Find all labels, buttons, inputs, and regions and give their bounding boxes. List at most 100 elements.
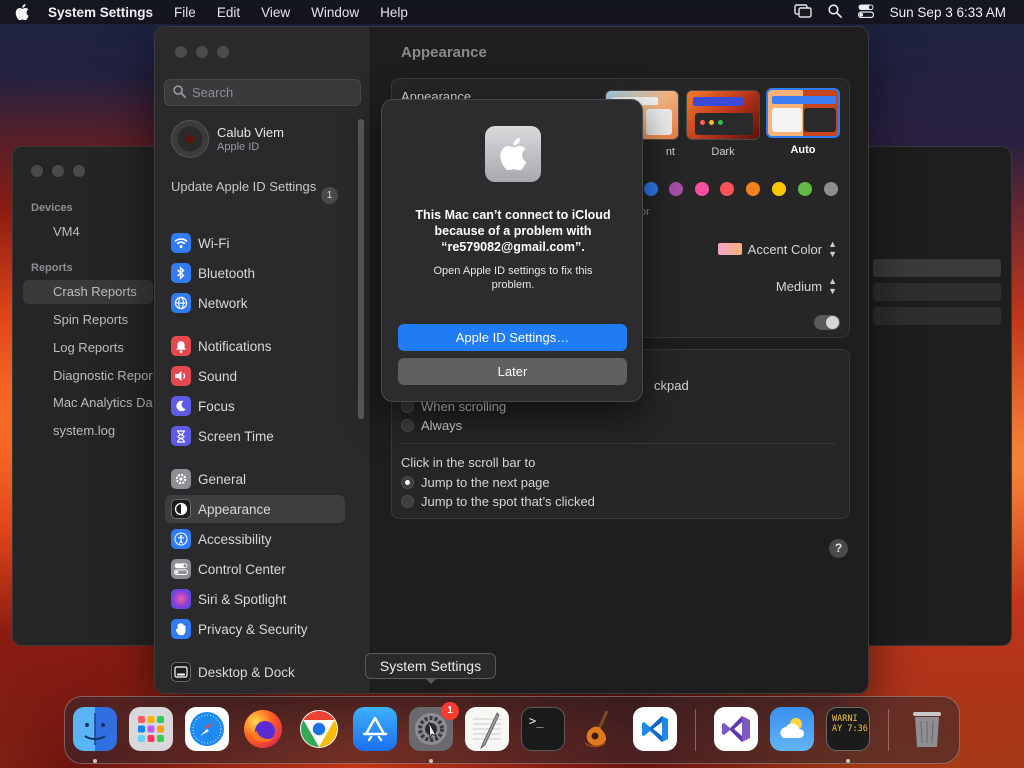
minimize-button[interactable] xyxy=(196,46,208,58)
apple-id-settings-button[interactable]: Apple ID Settings… xyxy=(398,324,627,351)
later-button[interactable]: Later xyxy=(398,358,627,385)
device-item[interactable]: VM4 xyxy=(23,220,153,244)
log-row[interactable] xyxy=(873,307,1001,325)
sidebar-icon-size-value: Medium xyxy=(775,278,823,294)
sidebar-item-screen-time[interactable]: Screen Time xyxy=(165,422,345,450)
console-report-item[interactable]: Mac Analytics Data xyxy=(23,391,153,415)
safari-icon[interactable] xyxy=(185,707,229,751)
screen-mirroring-icon[interactable] xyxy=(793,3,812,21)
dock: 1 >_ WARNI AY 7:36 xyxy=(64,696,960,764)
settings-sidebar: Search Calub Viem Apple ID Update Apple … xyxy=(155,27,371,693)
garageband-icon[interactable] xyxy=(577,707,621,751)
console-report-item[interactable]: Diagnostic Reports xyxy=(23,364,153,388)
search-field[interactable]: Search xyxy=(164,79,361,106)
console-log-rows xyxy=(873,259,1001,331)
menu-bar: System Settings File Edit View Window He… xyxy=(0,0,1024,24)
sidebar-item-control-center[interactable]: Control Center xyxy=(165,555,345,583)
accessibility-icon xyxy=(171,529,191,549)
chrome-icon[interactable] xyxy=(297,707,341,751)
finder-icon[interactable] xyxy=(73,707,117,751)
sidebar-icon-size-popup[interactable]: Medium ▲ ▼ xyxy=(776,276,837,296)
click-option-next-page[interactable]: Jump to the next page xyxy=(401,475,550,490)
highlight-color-value: Accent Color xyxy=(747,241,823,257)
zoom-button[interactable] xyxy=(217,46,229,58)
sidebar-item-appearance[interactable]: Appearance xyxy=(165,495,345,523)
trash-icon[interactable] xyxy=(905,707,949,751)
gear-icon xyxy=(171,469,191,489)
theme-dark-option[interactable]: Dark xyxy=(686,90,760,158)
close-button[interactable] xyxy=(31,165,43,177)
help-button[interactable]: ? xyxy=(829,539,848,558)
sidebar-item-desktop-dock[interactable]: Desktop & Dock xyxy=(165,658,345,686)
appearance-icon xyxy=(171,499,191,519)
sidebar-item-focus[interactable]: Focus xyxy=(165,392,345,420)
accent-yellow-swatch[interactable] xyxy=(772,182,786,196)
accent-pink-swatch[interactable] xyxy=(695,182,709,196)
visual-studio-icon[interactable] xyxy=(714,707,758,751)
firefox-icon[interactable] xyxy=(241,707,285,751)
radio-label: Jump to the next page xyxy=(421,475,550,490)
minimize-button[interactable] xyxy=(52,165,64,177)
sidebar-item-label: Privacy & Security xyxy=(198,621,308,637)
wallpaper-tinting-toggle[interactable] xyxy=(814,315,840,330)
sidebar-item-network[interactable]: Network xyxy=(165,289,345,317)
console-report-item[interactable]: Crash Reports xyxy=(23,280,153,304)
window-menu[interactable]: Window xyxy=(311,5,359,20)
terminal-icon[interactable]: >_ xyxy=(521,707,565,751)
apple-logo-icon xyxy=(485,126,541,182)
log-row[interactable] xyxy=(873,259,1001,277)
notification-badge: 1 xyxy=(441,702,459,720)
console-icon[interactable]: WARNI AY 7:36 xyxy=(826,707,870,751)
sidebar-item-accessibility[interactable]: Accessibility xyxy=(165,525,345,553)
console-report-item[interactable]: system.log xyxy=(23,419,153,443)
console-icon-line: WARNI xyxy=(832,714,858,724)
apple-menu-icon[interactable] xyxy=(14,4,30,20)
edit-menu[interactable]: Edit xyxy=(217,5,240,20)
view-menu[interactable]: View xyxy=(261,5,290,20)
menu-bar-clock[interactable]: Sun Sep 3 6:33 AM xyxy=(890,5,1006,20)
sidebar-item-label: Focus xyxy=(198,398,235,414)
control-center-icon[interactable] xyxy=(857,4,874,21)
accent-blue-swatch[interactable] xyxy=(644,182,658,196)
search-icon[interactable] xyxy=(828,3,842,21)
accent-orange-swatch[interactable] xyxy=(746,182,760,196)
file-menu[interactable]: File xyxy=(174,5,196,20)
click-scroll-bar-label: Click in the scroll bar to xyxy=(401,455,536,470)
sidebar-scrollbar[interactable] xyxy=(358,119,364,419)
vscode-icon[interactable] xyxy=(633,707,677,751)
console-report-item[interactable]: Spin Reports xyxy=(23,308,153,332)
zoom-button[interactable] xyxy=(73,165,85,177)
weather-icon[interactable] xyxy=(770,707,814,751)
sidebar-item-privacy-security[interactable]: Privacy & Security xyxy=(165,615,345,643)
accent-graphite-swatch[interactable] xyxy=(824,182,838,196)
update-apple-id-item[interactable]: Update Apple ID Settings 1 xyxy=(171,179,341,204)
console-report-item[interactable]: Log Reports xyxy=(23,336,153,360)
textedit-icon[interactable] xyxy=(465,707,509,751)
accent-purple-swatch[interactable] xyxy=(669,182,683,196)
theme-auto-option[interactable]: Auto xyxy=(766,88,840,156)
app-store-icon[interactable] xyxy=(353,707,397,751)
accent-red-swatch[interactable] xyxy=(720,182,734,196)
log-row[interactable] xyxy=(873,283,1001,301)
show-scroll-bars-label: ckpad xyxy=(654,378,689,393)
accent-green-swatch[interactable] xyxy=(798,182,812,196)
click-option-spot-clicked[interactable]: Jump to the spot that’s clicked xyxy=(401,494,595,509)
toggle-knob xyxy=(826,316,839,329)
app-menu[interactable]: System Settings xyxy=(48,5,153,20)
close-button[interactable] xyxy=(175,46,187,58)
sidebar-item-wifi[interactable]: Wi-Fi xyxy=(165,229,345,257)
apple-id-account[interactable]: Calub Viem Apple ID xyxy=(171,120,284,158)
bluetooth-icon xyxy=(171,263,191,283)
launchpad-icon[interactable] xyxy=(129,707,173,751)
devices-section-header: Devices xyxy=(31,202,73,214)
sidebar-item-general[interactable]: General xyxy=(165,465,345,493)
sidebar-item-sound[interactable]: Sound xyxy=(165,362,345,390)
scroll-option-always[interactable]: Always xyxy=(401,418,462,433)
sidebar-item-bluetooth[interactable]: Bluetooth xyxy=(165,259,345,287)
sidebar-item-notifications[interactable]: Notifications xyxy=(165,332,345,360)
highlight-color-popup[interactable]: Accent Color ▲ ▼ xyxy=(717,239,837,259)
sidebar-item-siri-spotlight[interactable]: Siri & Spotlight xyxy=(165,585,345,613)
globe-icon xyxy=(171,293,191,313)
help-menu[interactable]: Help xyxy=(380,5,408,20)
theme-auto-label: Auto xyxy=(790,144,816,156)
